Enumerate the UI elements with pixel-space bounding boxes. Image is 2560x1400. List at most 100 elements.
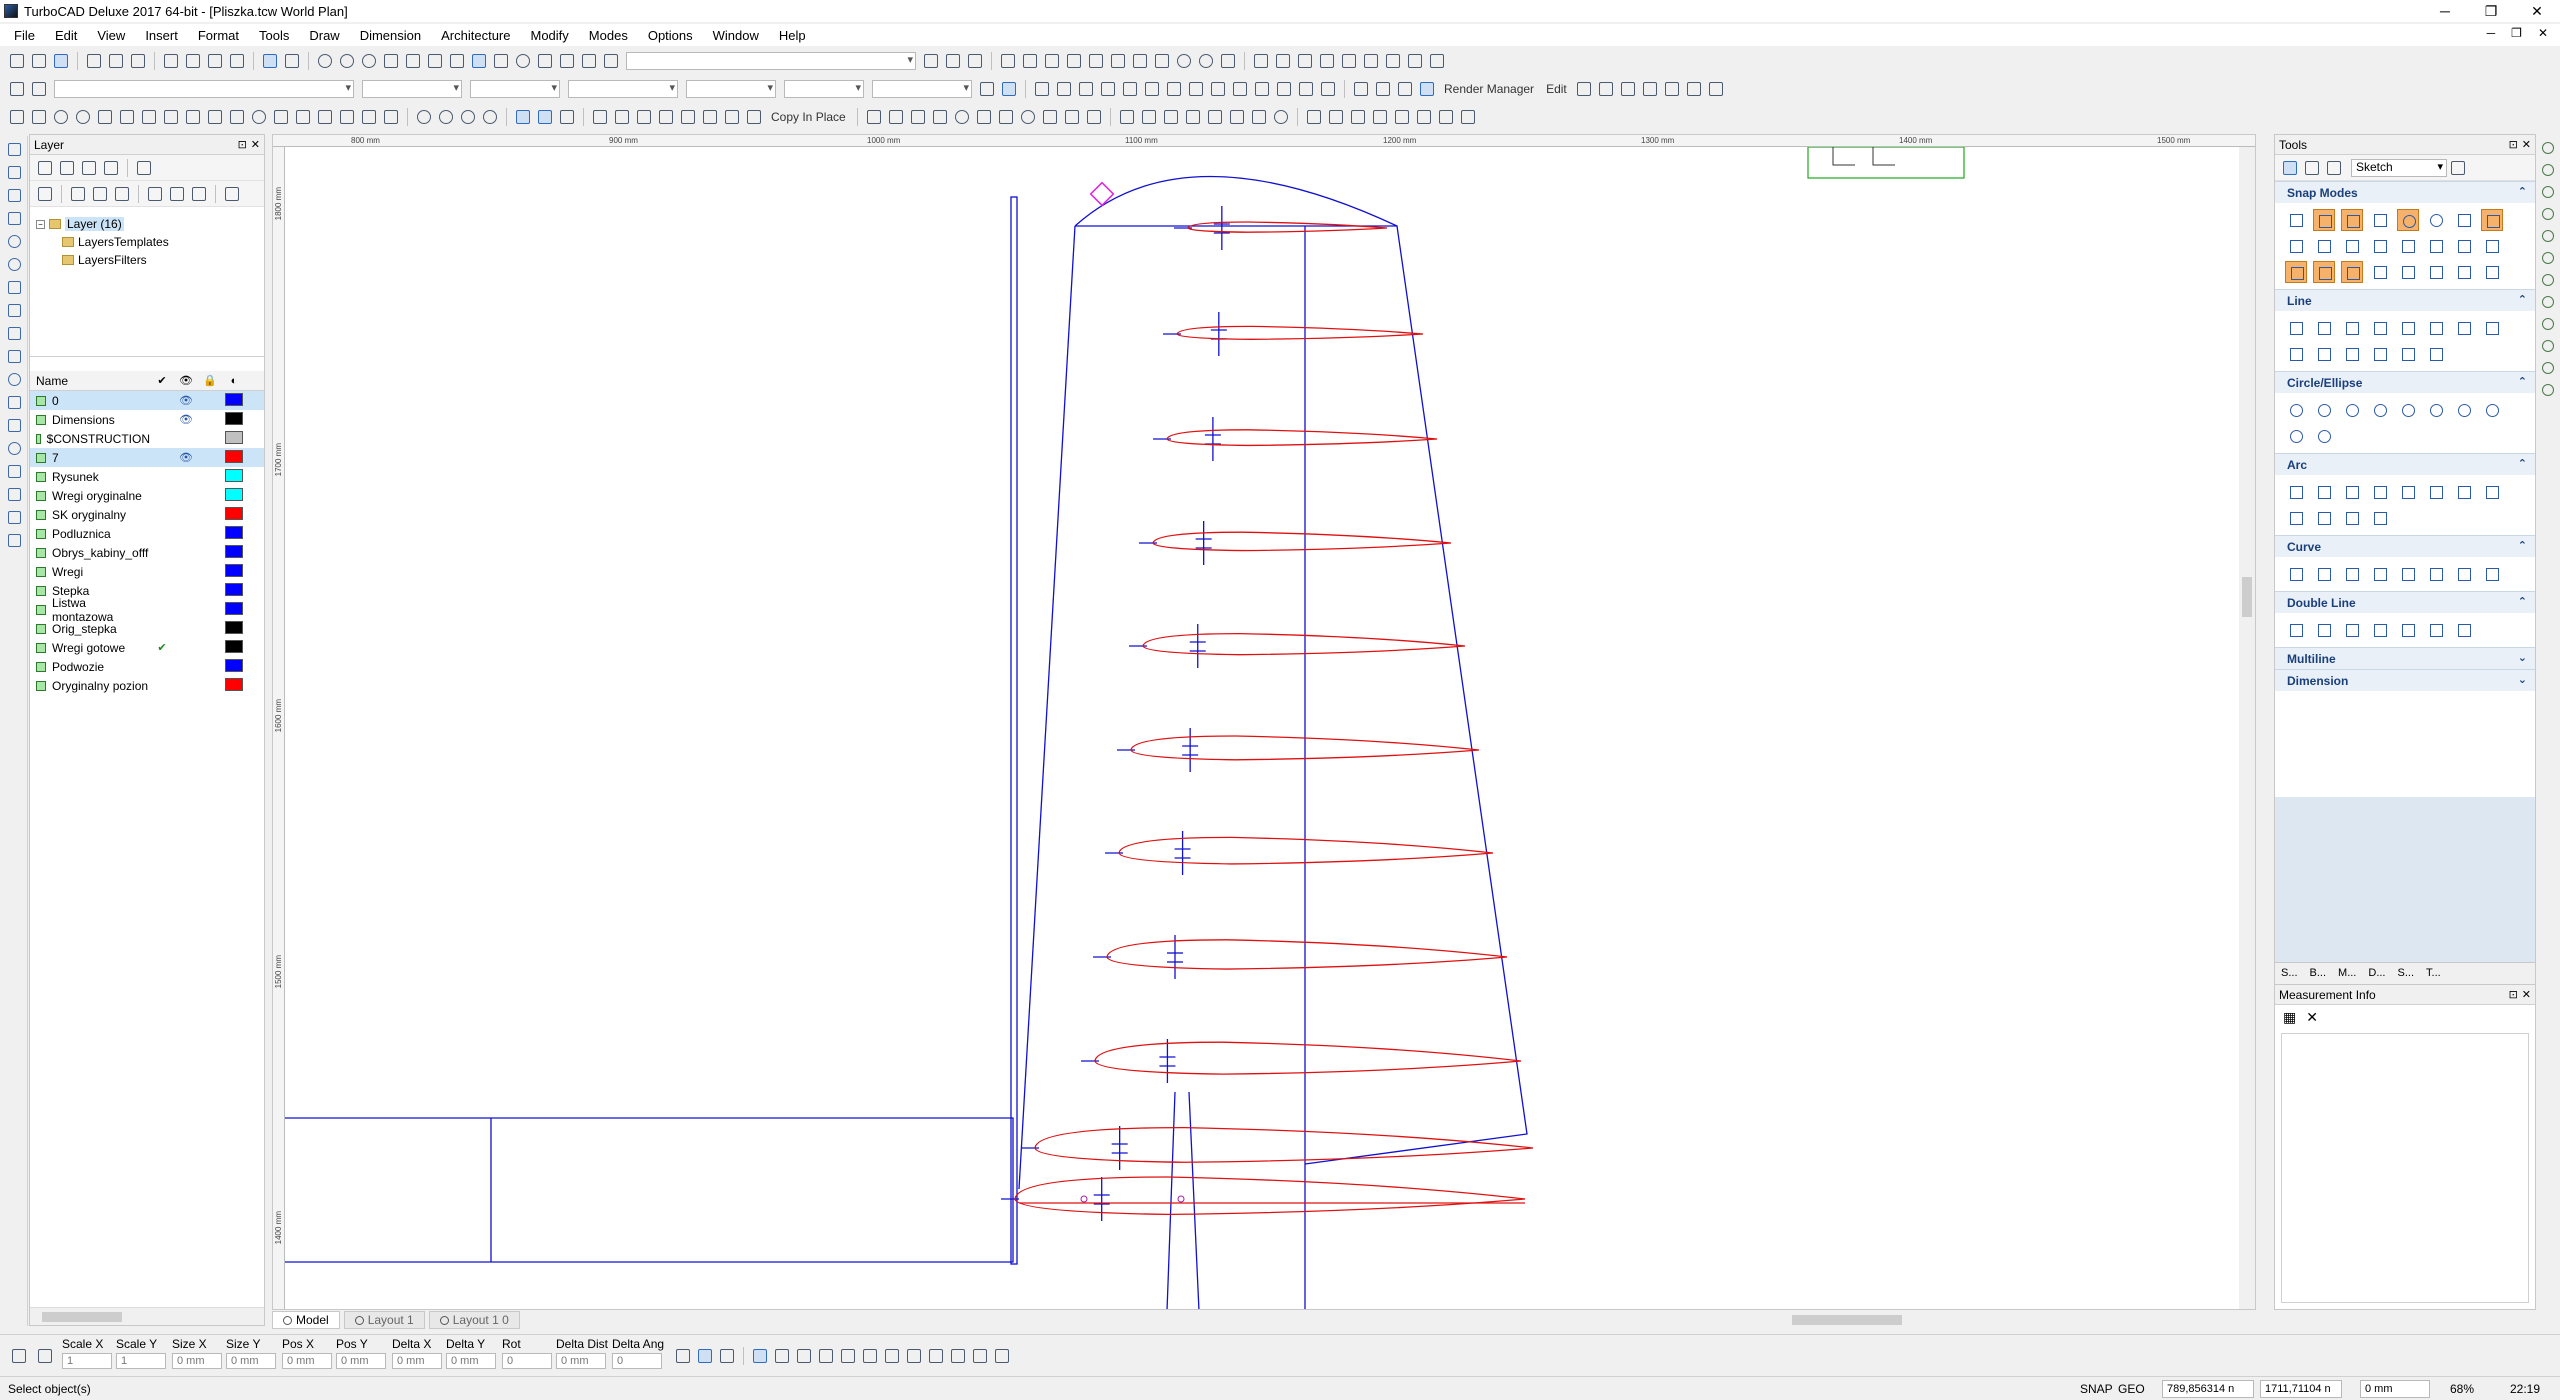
luminance-icon[interactable]	[1597, 80, 1615, 98]
property-gear-icon[interactable]	[8, 80, 26, 98]
spar-strip[interactable]	[1010, 196, 1018, 1265]
solid-torus-icon[interactable]	[74, 108, 92, 126]
snap-tool-icon[interactable]	[2425, 261, 2447, 283]
line-tool-icon[interactable]	[2313, 343, 2335, 365]
property-input[interactable]: 0 mm	[392, 1353, 442, 1369]
layer-copy-icon[interactable]	[113, 185, 131, 203]
bottom-tab-6[interactable]: T...	[2420, 963, 2447, 984]
pattern-combo[interactable]	[872, 80, 972, 98]
wing-rib[interactable]	[1118, 836, 1494, 865]
save-icon[interactable]	[52, 52, 70, 70]
copy-tool-icon[interactable]	[591, 108, 609, 126]
minimize-icon[interactable]: ─	[2422, 0, 2468, 22]
snap-middle-icon[interactable]	[1021, 52, 1039, 70]
arc-tool-icon[interactable]	[2453, 481, 2475, 503]
solid-grid-icon[interactable]	[272, 108, 290, 126]
name-column-header[interactable]: Name	[30, 374, 150, 388]
line-weight-icon[interactable]	[1033, 80, 1051, 98]
trim-tool-icon[interactable]	[865, 108, 883, 126]
color-swatch[interactable]	[225, 601, 243, 615]
layer-row[interactable]: 0 👁	[30, 391, 264, 410]
cube-hidden-icon[interactable]	[1275, 80, 1293, 98]
snap-tool-icon[interactable]	[2341, 235, 2363, 257]
snap-tool-icon[interactable]	[2453, 209, 2475, 231]
layer-name-cell[interactable]: Obrys_kabiny_offf	[30, 546, 150, 560]
collapse-icon[interactable]: −	[36, 219, 45, 229]
layer-manager-icon[interactable]	[30, 80, 48, 98]
double-line-tool-icon[interactable]	[2313, 619, 2335, 641]
color-cell[interactable]	[222, 411, 246, 428]
circle-tool-icon[interactable]	[2313, 399, 2335, 421]
tab-model[interactable]: Model	[272, 1311, 340, 1329]
layer-move-up-icon[interactable]	[146, 185, 164, 203]
arc-tool-icon[interactable]	[2341, 507, 2363, 529]
color-swatch[interactable]	[225, 620, 243, 634]
chevron-up-icon[interactable]: ⌃	[2518, 595, 2527, 608]
light-icon[interactable]	[1319, 80, 1337, 98]
wing-trailing-edge[interactable]	[1075, 225, 1528, 1165]
solid-chamfer-icon[interactable]	[316, 108, 334, 126]
menu-window[interactable]: Window	[713, 28, 759, 43]
inspector-tool-icon[interactable]	[993, 1347, 1011, 1365]
inspector-toggle-icon[interactable]	[36, 1347, 54, 1365]
circle-tool-icon[interactable]	[2369, 399, 2391, 421]
fillet-icon[interactable]	[1428, 52, 1446, 70]
cube-shaded-icon[interactable]	[1231, 80, 1249, 98]
solid-wedge-icon[interactable]	[118, 108, 136, 126]
trim-icon[interactable]	[1384, 52, 1402, 70]
color-cell[interactable]	[222, 677, 246, 694]
color-swatch[interactable]	[225, 544, 243, 558]
property-input[interactable]: 1	[62, 1353, 112, 1369]
snap-grid-icon[interactable]	[1153, 52, 1171, 70]
double-line-tool-icon[interactable]	[2341, 619, 2363, 641]
color-swatch[interactable]	[225, 582, 243, 596]
layer-row[interactable]: Obrys_kabiny_offf	[30, 543, 264, 562]
panel-close-icon[interactable]: ✕	[2522, 138, 2531, 151]
solid-slice-icon[interactable]	[294, 108, 312, 126]
layer-row[interactable]: Wregi	[30, 562, 264, 581]
layer-name-cell[interactable]: Wregi	[30, 565, 150, 579]
view-side-icon[interactable]	[1121, 80, 1139, 98]
snap-tool-icon[interactable]	[2425, 209, 2447, 231]
line-tool-icon[interactable]	[2369, 317, 2391, 339]
cube-icon[interactable]	[1209, 80, 1227, 98]
pin-icon[interactable]: ⊡	[2509, 138, 2518, 151]
snap-tool-icon[interactable]	[2369, 209, 2391, 231]
copy-in-place-icon[interactable]	[745, 108, 763, 126]
solid-box-icon[interactable]	[8, 108, 26, 126]
snap-drawing-aid-icon[interactable]	[1219, 52, 1237, 70]
visibility-eye-icon[interactable]: 👁	[174, 394, 198, 407]
render-settings-icon[interactable]	[1685, 80, 1703, 98]
coord-x-field[interactable]: 789,856314 n	[2162, 1380, 2254, 1398]
inspector-tool-icon[interactable]	[773, 1347, 791, 1365]
menu-draw[interactable]: Draw	[309, 28, 339, 43]
chevron-down-icon[interactable]: ⌄	[2518, 651, 2527, 664]
tab-layout-1[interactable]: Layout 1	[343, 1311, 425, 1329]
nudge-icon[interactable]	[1250, 108, 1268, 126]
color-cell[interactable]	[222, 544, 246, 561]
chevron-up-icon[interactable]: ⌃	[2518, 457, 2527, 470]
ellipse-tool-icon[interactable]	[415, 108, 433, 126]
snap-strip-icon[interactable]	[2540, 206, 2556, 222]
circle-tool-icon[interactable]	[2285, 399, 2307, 421]
pin-icon[interactable]: ⊡	[2509, 988, 2518, 1001]
paint-icon[interactable]	[2449, 159, 2467, 177]
strut-line[interactable]	[1188, 1091, 1200, 1310]
split-icon[interactable]	[931, 108, 949, 126]
mesh-icon[interactable]	[4, 484, 24, 504]
arc-tool-icon[interactable]	[2313, 507, 2335, 529]
radial-copy-icon[interactable]	[613, 108, 631, 126]
layer-name-cell[interactable]: Orig_stepka	[30, 622, 150, 636]
vector-copy-icon[interactable]	[657, 108, 675, 126]
layer-row[interactable]: Podluznica	[30, 524, 264, 543]
snap-tool-icon[interactable]	[2397, 209, 2419, 231]
arc-tool-icon[interactable]	[2369, 481, 2391, 503]
measure-icon[interactable]	[1305, 108, 1323, 126]
bottom-tab-1[interactable]: S...	[2275, 963, 2304, 984]
solid-boolean-sub-icon[interactable]	[360, 108, 378, 126]
new-layer-icon[interactable]	[36, 159, 54, 177]
line-tool-icon[interactable]	[2481, 317, 2503, 339]
snap-arc-center-icon[interactable]	[1197, 52, 1215, 70]
tab-layout-1-0[interactable]: Layout 1 0	[428, 1311, 520, 1329]
edit-nodes-icon[interactable]	[4, 162, 24, 182]
